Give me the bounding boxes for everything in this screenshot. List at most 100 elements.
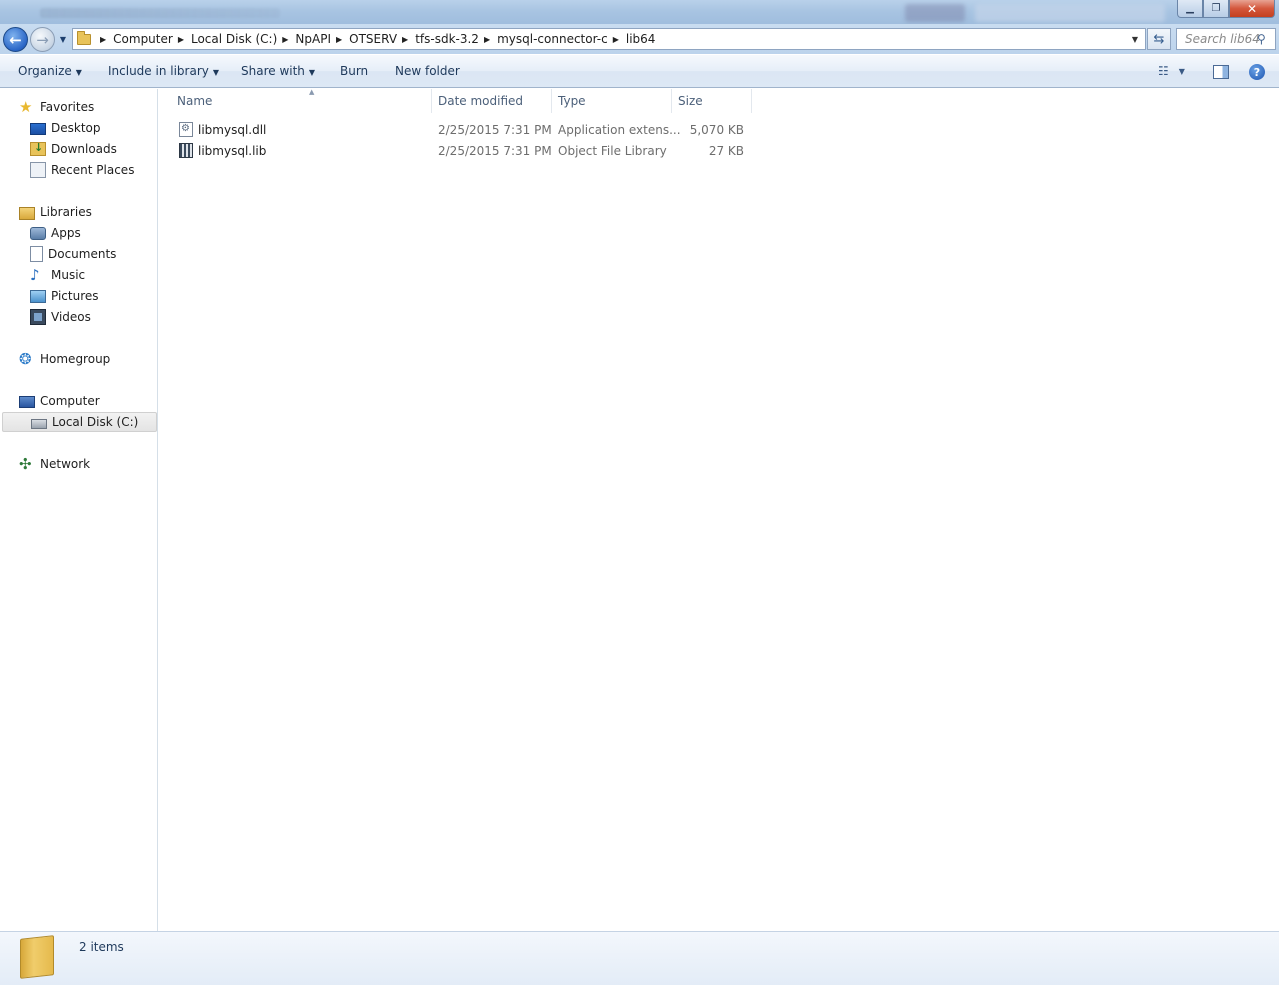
navigation-pane: ★ Favorites Desktop Downloads Recent Pla… <box>0 89 158 931</box>
search-icon[interactable]: ⚲ <box>1257 32 1271 46</box>
nav-music[interactable]: ♪ Music <box>30 265 85 285</box>
column-header-date-modified[interactable]: Date modified <box>432 89 552 113</box>
file-size: 27 KB <box>708 143 744 158</box>
recent-places-icon <box>30 162 46 178</box>
blurred-taskbar-icons <box>905 4 965 22</box>
videos-icon <box>30 309 46 325</box>
new-folder-button[interactable]: New folder <box>395 64 460 78</box>
breadcrumb: ▶ Computer ▶ Local Disk (C:) ▶ NpAPI ▶ OTSERV ▶ t… <box>95 29 655 49</box>
burn-button[interactable]: Burn <box>340 64 368 78</box>
search-input[interactable]: Search lib64 ⚲ <box>1176 28 1276 50</box>
forward-button[interactable]: → <box>30 27 55 52</box>
blurred-quick-launch <box>975 4 1165 22</box>
breadcrumb-item[interactable]: Local Disk (C:) <box>191 32 277 46</box>
help-button[interactable]: ? <box>1249 64 1265 80</box>
address-history-dropdown[interactable]: ▼ <box>1127 31 1143 47</box>
file-name: libmysql.dll <box>198 122 267 137</box>
nav-label: Local Disk (C:) <box>52 415 139 429</box>
file-name-cell: libmysql.lib <box>179 140 266 161</box>
homegroup-icon: ❂ <box>19 350 32 368</box>
nav-apps[interactable]: Apps <box>30 223 81 243</box>
sort-ascending-icon: ▲ <box>309 88 315 96</box>
chevron-down-icon: ▼ <box>308 68 316 77</box>
breadcrumb-item[interactable]: mysql-connector-c <box>497 32 608 46</box>
breadcrumb-separator-icon[interactable]: ▶ <box>479 35 497 44</box>
file-list: Name ▲ Date modified Type Size libmysql.… <box>159 88 1279 931</box>
nav-documents[interactable]: Documents <box>30 244 116 264</box>
view-list-icon: ☷ <box>1158 64 1169 78</box>
chevron-down-icon: ▼ <box>75 68 82 77</box>
nav-network[interactable]: ✣ Network <box>19 454 90 474</box>
close-button[interactable]: ✕ <box>1229 0 1275 18</box>
nav-pictures[interactable]: Pictures <box>30 286 99 306</box>
minimize-button[interactable]: ▁ <box>1177 0 1203 18</box>
breadcrumb-item[interactable]: NpAPI <box>295 32 331 46</box>
forward-arrow-icon: → <box>36 30 49 49</box>
file-date: 2/25/2015 7:31 PM <box>438 122 552 137</box>
window-controls: ▁ ❐ ✕ <box>1177 0 1275 18</box>
help-icon: ? <box>1253 65 1261 79</box>
computer-icon <box>19 396 35 408</box>
breadcrumb-separator-icon[interactable]: ▶ <box>331 35 349 44</box>
apps-icon <box>30 226 46 240</box>
breadcrumb-item[interactable]: tfs-sdk-3.2 <box>415 32 479 46</box>
refresh-button[interactable]: ⇆ <box>1147 28 1171 50</box>
breadcrumb-separator-icon[interactable]: ▶ <box>173 35 191 44</box>
column-header-size[interactable]: Size <box>672 89 752 113</box>
nav-downloads[interactable]: Downloads <box>30 139 117 159</box>
dll-file-icon <box>179 122 193 137</box>
nav-label: Favorites <box>40 100 95 114</box>
file-name-cell: libmysql.dll <box>179 119 266 140</box>
folder-icon <box>20 935 54 979</box>
libraries-icon <box>19 206 35 220</box>
address-folder-icon <box>73 29 95 49</box>
change-view-button[interactable]: ☷ ▼ <box>1158 62 1188 80</box>
nav-homegroup[interactable]: ❂ Homegroup <box>19 349 110 369</box>
breadcrumb-separator-icon[interactable]: ▶ <box>95 35 113 44</box>
column-header-name[interactable]: Name ▲ <box>171 88 432 113</box>
file-type: Application extens... <box>558 122 681 137</box>
preview-pane-button[interactable] <box>1213 65 1229 79</box>
blurred-window-title <box>40 8 280 18</box>
breadcrumb-separator-icon[interactable]: ▶ <box>608 35 626 44</box>
nav-computer[interactable]: Computer <box>19 391 100 411</box>
search-placeholder: Search lib64 <box>1185 32 1260 46</box>
share-with-menu[interactable]: Share with ▼ <box>241 64 315 78</box>
nav-desktop[interactable]: Desktop <box>30 118 101 138</box>
file-row[interactable]: libmysql.dll 2/25/2015 7:31 PM Applicati… <box>159 119 759 140</box>
nav-label: Downloads <box>51 142 117 156</box>
item-count: 2 items <box>79 940 124 954</box>
maximize-button[interactable]: ❐ <box>1203 0 1229 18</box>
breadcrumb-item[interactable]: lib64 <box>626 32 656 46</box>
back-arrow-icon: ← <box>9 30 22 49</box>
nav-label: Documents <box>48 247 117 261</box>
organize-label: Organize <box>18 64 72 78</box>
address-bar[interactable]: ▶ Computer ▶ Local Disk (C:) ▶ NpAPI ▶ OTSERV ▶ t… <box>72 28 1146 50</box>
nav-label: Recent Places <box>51 163 135 177</box>
organize-menu[interactable]: Organize ▼ <box>18 64 82 78</box>
drive-icon <box>31 419 47 429</box>
pictures-icon <box>30 289 46 303</box>
include-in-library-menu[interactable]: Include in library ▼ <box>108 64 219 78</box>
breadcrumb-separator-icon[interactable]: ▶ <box>397 35 415 44</box>
file-row[interactable]: libmysql.lib 2/25/2015 7:31 PM Object Fi… <box>159 140 759 161</box>
column-label: Type <box>558 94 586 108</box>
music-icon: ♪ <box>30 266 40 284</box>
breadcrumb-separator-icon[interactable]: ▶ <box>277 35 295 44</box>
nav-label: Computer <box>40 394 100 408</box>
nav-label: Music <box>51 268 86 282</box>
breadcrumb-item[interactable]: Computer <box>113 32 173 46</box>
nav-favorites[interactable]: ★ Favorites <box>19 97 94 117</box>
nav-recent-places[interactable]: Recent Places <box>30 160 134 180</box>
file-name: libmysql.lib <box>198 143 267 158</box>
recent-locations-dropdown[interactable]: ▼ <box>57 33 69 45</box>
nav-local-disk[interactable]: Local Disk (C:) <box>2 412 157 432</box>
chevron-down-icon: ▼ <box>212 68 220 77</box>
nav-libraries[interactable]: Libraries <box>19 202 92 222</box>
navigation-row: ← → ▼ ▶ Computer ▶ Local Disk (C:) ▶ NpAPI ▶ OT… <box>0 24 1279 54</box>
share-with-label: Share with <box>241 64 305 78</box>
breadcrumb-item[interactable]: OTSERV <box>349 32 397 46</box>
column-header-type[interactable]: Type <box>552 89 672 113</box>
back-button[interactable]: ← <box>3 27 28 52</box>
nav-videos[interactable]: Videos <box>30 307 91 327</box>
